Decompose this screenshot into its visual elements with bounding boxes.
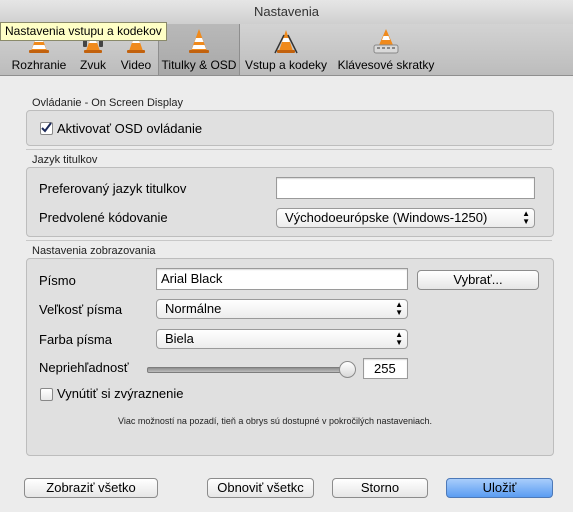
font-size-label: Veľkosť písma [39,302,123,317]
show-all-button[interactable]: Zobraziť všetko [24,478,158,498]
cone-hotkeys-icon [373,29,399,54]
force-outline-label[interactable]: Vynútiť si zvýraznenie [57,386,184,401]
force-outline-checkbox[interactable] [40,388,53,401]
osd-enable-checkbox[interactable] [40,122,53,135]
opacity-value-field[interactable]: 255 [363,358,408,379]
cone-subtitles-icon [189,29,209,53]
tab-titulky-osd[interactable]: Titulky & OSD [158,24,240,75]
subtitle-lang-box: Preferovaný jazyk titulkov Predvolené kó… [26,167,554,237]
preferred-language-label: Preferovaný jazyk titulkov [39,181,187,196]
window-title: Nastavenia [253,4,320,19]
checkmark-icon [41,122,52,133]
updown-arrows-icon: ▲ ▼ [395,330,403,347]
advanced-settings-note: Viac možností na pozadí, tieň a obrys sú… [118,416,433,426]
font-color-label: Farba písma [39,332,112,347]
cone-codecs-icon [274,30,298,54]
tab-klavesove-skratky[interactable]: Klávesové skratky [334,24,438,75]
cancel-button[interactable]: Storno [332,478,428,498]
choose-font-button[interactable]: Vybrať... [417,270,539,290]
updown-arrows-icon: ▲ ▼ [522,209,530,226]
separator [26,240,552,241]
opacity-label: Nepriehľadnosť [39,360,129,375]
separator [26,149,552,150]
subtitle-lang-section-label: Jazyk titulkov [32,154,98,166]
osd-section-label: Ovládanie - On Screen Display [32,97,184,109]
font-color-select[interactable]: Biela ▲ ▼ [156,329,408,349]
osd-enable-label[interactable]: Aktivovať OSD ovládanie [57,121,202,136]
font-label: Písmo [39,273,76,288]
opacity-slider-track[interactable] [147,367,349,373]
font-color-value: Biela [165,331,194,346]
reset-all-button[interactable]: Obnoviť všetkc [207,478,314,498]
save-button[interactable]: Uložiť [446,478,553,498]
tab-vstup-kodeky[interactable]: Vstup a kodeky [242,24,330,75]
default-encoding-label: Predvolené kódovanie [39,210,168,225]
display-box: Písmo Arial Black Vybrať... Veľkosť písm… [26,258,554,456]
default-encoding-value: Východoeurópske (Windows-1250) [285,210,488,225]
opacity-slider-knob[interactable] [339,361,356,378]
updown-arrows-icon: ▲ ▼ [395,300,403,317]
font-field[interactable]: Arial Black [156,268,408,290]
tooltip: Nastavenia vstupu a kodekov [0,22,167,41]
preferred-language-field[interactable] [276,177,535,199]
default-encoding-select[interactable]: Východoeurópske (Windows-1250) ▲ ▼ [276,208,535,228]
osd-box: Aktivovať OSD ovládanie [26,110,554,146]
font-size-select[interactable]: Normálne ▲ ▼ [156,299,408,319]
font-size-value: Normálne [165,301,222,316]
display-section-label: Nastavenia zobrazovania [32,245,156,257]
